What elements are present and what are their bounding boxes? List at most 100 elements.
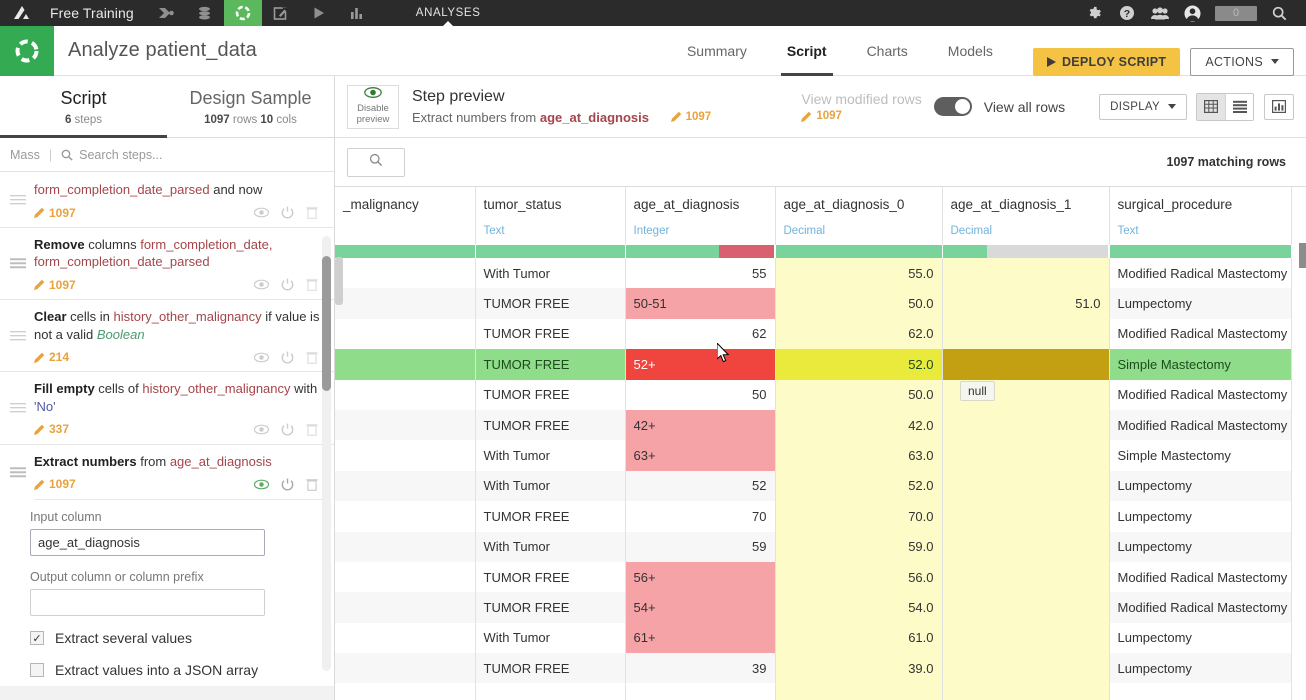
actions-button[interactable]: ACTIONS: [1190, 47, 1294, 76]
grid-view-icon[interactable]: [1197, 93, 1225, 120]
flow-icon[interactable]: [148, 0, 186, 26]
table-cell[interactable]: [335, 592, 476, 623]
table-cell[interactable]: [942, 501, 1110, 532]
step-item[interactable]: Clear cells in history_other_malignancy …: [0, 300, 334, 373]
table-cell[interactable]: Modified Radical Mastectomy: [1109, 379, 1292, 410]
table-cell[interactable]: Simple Mastectomy: [1109, 349, 1292, 380]
view-all-rows-label[interactable]: View all rows: [984, 99, 1065, 115]
delete-icon[interactable]: [306, 351, 318, 364]
output-column-field[interactable]: [30, 589, 265, 617]
table-cell[interactable]: 62.0: [775, 318, 943, 350]
display-dropdown-button[interactable]: DISPLAY: [1099, 93, 1187, 120]
table-cell[interactable]: 50.0: [775, 288, 943, 319]
table-cell[interactable]: 39.0: [775, 653, 943, 684]
table-row[interactable]: TUMOR FREE 54+ 54.0 Modified Radical Mastec…: [335, 592, 1292, 623]
column-header-tumor-status[interactable]: tumor_status Text: [475, 187, 626, 245]
table-cell[interactable]: 52+: [625, 349, 776, 380]
table-cell[interactable]: [335, 288, 476, 319]
table-cell[interactable]: 42.0: [775, 409, 943, 441]
table-cell[interactable]: TUMOR FREE: [475, 592, 626, 623]
table-cell[interactable]: [942, 683, 1110, 700]
table-cell[interactable]: Modified Radical Mastectomy: [1109, 258, 1292, 289]
delete-icon[interactable]: [306, 423, 318, 436]
table-cell[interactable]: With Tumor: [475, 440, 626, 471]
table-cell[interactable]: [335, 470, 476, 502]
eye-icon[interactable]: [254, 207, 269, 218]
table-cell[interactable]: 50: [625, 379, 776, 410]
header-project-logo-icon[interactable]: [0, 25, 54, 76]
table-row[interactable]: With Tumor 61+ 61.0 Lumpectomy: [335, 622, 1292, 654]
delete-icon[interactable]: [306, 206, 318, 220]
table-cell[interactable]: [335, 683, 476, 700]
search-icon[interactable]: [1263, 0, 1296, 26]
column-header-age-at-diagnosis-0[interactable]: age_at_diagnosis_0 Decimal: [775, 187, 943, 245]
table-row[interactable]: TUMOR FREE 70 70.0 Lumpectomy: [335, 501, 1292, 532]
table-row[interactable]: TUMOR FREE 52+ 52.0 Simple Mastectomy: [335, 349, 1292, 380]
table-cell[interactable]: [335, 501, 476, 532]
power-toggle-icon[interactable]: [281, 351, 294, 364]
input-column-field[interactable]: age_at_diagnosis: [30, 529, 265, 557]
table-row[interactable]: With Tumor 63+ 63.0 Simple Mastectomy: [335, 440, 1292, 471]
table-cell[interactable]: [1109, 683, 1292, 700]
table-search-input[interactable]: [347, 147, 405, 177]
table-cell[interactable]: 50.0: [775, 379, 943, 410]
table-cell[interactable]: [942, 531, 1110, 562]
job-icon[interactable]: [300, 0, 338, 26]
table-row[interactable]: With Tumor 55 55.0 Modified Radical Mastect…: [335, 258, 1292, 289]
tab-models[interactable]: Models: [928, 26, 1013, 76]
column-header-age-at-diagnosis[interactable]: age_at_diagnosis Integer: [625, 187, 776, 245]
table-cell[interactable]: Lumpectomy: [1109, 501, 1292, 532]
table-cell[interactable]: With Tumor: [475, 470, 626, 502]
gear-icon[interactable]: [1077, 0, 1110, 26]
column-header-surgical-procedure[interactable]: surgical_procedure Text: [1109, 187, 1292, 245]
sidebar-scrollbar[interactable]: [322, 236, 331, 671]
table-cell[interactable]: 61+: [625, 622, 776, 654]
help-icon[interactable]: ?: [1110, 0, 1143, 26]
table-cell[interactable]: TUMOR FREE: [475, 561, 626, 593]
drag-handle-icon[interactable]: [10, 195, 26, 205]
table-vertical-scrollbar[interactable]: [1299, 187, 1306, 700]
table-cell[interactable]: TUMOR FREE: [475, 349, 626, 380]
deploy-script-button[interactable]: DEPLOY SCRIPT: [1032, 47, 1181, 76]
table-cell[interactable]: 52: [625, 470, 776, 502]
table-cell[interactable]: 50-51: [625, 288, 776, 319]
table-cell[interactable]: Simple Mastectomy: [1109, 440, 1292, 471]
table-cell[interactable]: [942, 622, 1110, 654]
tab-charts[interactable]: Charts: [847, 26, 928, 76]
table-cell[interactable]: 61.0: [775, 622, 943, 654]
table-row[interactable]: TUMOR FREE 42+ 42.0 Modified Radical Mastec…: [335, 409, 1292, 441]
list-view-icon[interactable]: [1225, 93, 1253, 120]
table-cell[interactable]: Modified Radical Mastectomy: [1109, 561, 1292, 593]
table-cell[interactable]: [335, 440, 476, 471]
table-cell[interactable]: [335, 379, 476, 410]
table-cell[interactable]: 52.0: [775, 349, 943, 380]
table-cell[interactable]: Lumpectomy: [1109, 653, 1292, 684]
drag-handle-icon[interactable]: [10, 330, 26, 341]
table-cell[interactable]: [775, 683, 943, 700]
table-left-scroll-indicator[interactable]: [335, 257, 343, 305]
database-icon[interactable]: [186, 0, 224, 26]
extract-several-values-checkbox[interactable]: ✓ Extract several values: [30, 630, 322, 646]
table-cell[interactable]: [942, 258, 1110, 289]
table-cell[interactable]: With Tumor: [475, 258, 626, 289]
notebook-icon[interactable]: [262, 0, 300, 26]
power-toggle-icon[interactable]: [281, 206, 294, 219]
table-cell[interactable]: TUMOR FREE: [475, 409, 626, 441]
view-modified-rows-option[interactable]: View modified rows 1097: [801, 91, 922, 122]
table-cell[interactable]: With Tumor: [475, 622, 626, 654]
users-icon[interactable]: [1143, 0, 1176, 26]
step-item[interactable]: Remove columns form_completion_date, for…: [0, 227, 334, 301]
scrollbar-thumb[interactable]: [1299, 243, 1306, 268]
table-cell[interactable]: 62: [625, 318, 776, 350]
table-cell[interactable]: 70.0: [775, 501, 943, 532]
drag-handle-icon[interactable]: [10, 258, 26, 269]
eye-icon[interactable]: [254, 479, 269, 490]
tab-script[interactable]: Script: [767, 26, 847, 76]
table-cell[interactable]: [335, 258, 476, 289]
table-cell[interactable]: 54+: [625, 592, 776, 623]
power-toggle-icon[interactable]: [281, 423, 294, 436]
table-cell[interactable]: [942, 470, 1110, 502]
table-cell[interactable]: TUMOR FREE: [475, 379, 626, 410]
step-item-selected[interactable]: Extract numbers from age_at_diagnosis 10…: [0, 444, 334, 501]
table-cell[interactable]: [942, 653, 1110, 684]
